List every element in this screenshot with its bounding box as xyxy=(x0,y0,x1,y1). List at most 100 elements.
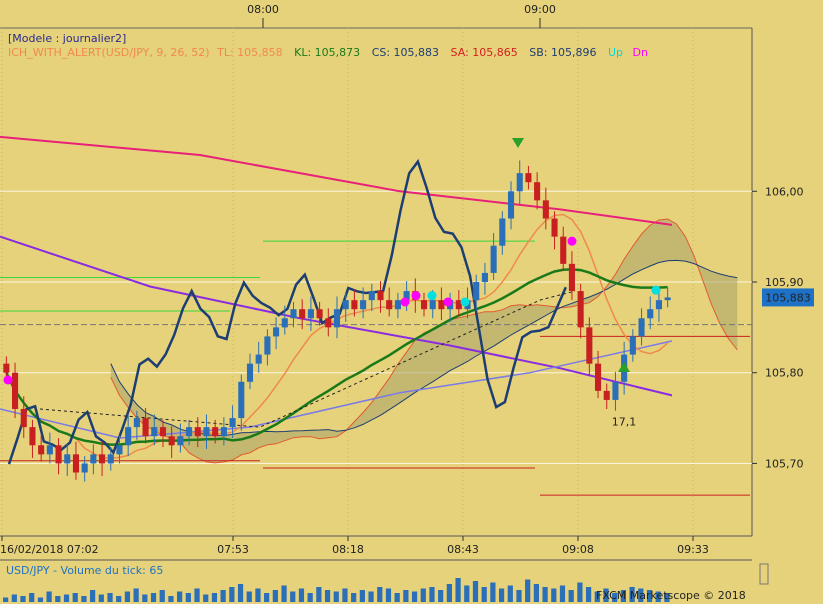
x-tick-label: 09:33 xyxy=(677,543,709,556)
signal-dot xyxy=(427,291,437,301)
candle-body xyxy=(99,454,106,464)
volume-bar xyxy=(11,594,17,602)
candle-body xyxy=(481,272,488,282)
legend-sa: SA: 105,865 xyxy=(451,46,518,59)
candle-body xyxy=(490,245,497,273)
volume-bar xyxy=(55,596,61,602)
volume-bar xyxy=(255,588,261,602)
candle-body xyxy=(125,427,132,446)
annotation-label: 17,1 xyxy=(612,416,637,429)
candle-body xyxy=(516,173,523,192)
copyright: FXCM Marketscope © 2018 xyxy=(596,589,746,602)
volume-bar xyxy=(351,593,357,602)
volume-bar xyxy=(264,593,270,602)
volume-label: USD/JPY - Volume du tick: 65 xyxy=(6,564,163,577)
candle-body xyxy=(81,463,88,473)
legend-kl: KL: 105,873 xyxy=(294,46,360,59)
volume-bar xyxy=(177,591,183,602)
volume-bar xyxy=(516,590,522,602)
volume-bar xyxy=(438,590,444,602)
candle-body xyxy=(325,318,332,328)
candle-body xyxy=(203,427,210,437)
volume-bar xyxy=(420,588,426,602)
volume-bar xyxy=(324,590,331,602)
volume-bar xyxy=(498,588,505,602)
signal-dot xyxy=(443,297,453,307)
top-time-label-0900: 09:00 xyxy=(524,3,556,16)
volume-bar xyxy=(394,593,400,602)
candle-body xyxy=(20,409,27,428)
y-tick-label: 105,80 xyxy=(765,367,804,380)
volume-bar xyxy=(307,593,313,602)
volume-bar xyxy=(377,587,383,602)
volume-bar xyxy=(107,593,113,602)
volume-bar xyxy=(368,591,374,602)
candle-body xyxy=(3,363,10,373)
volume-bar xyxy=(359,590,365,602)
candle-body xyxy=(273,327,280,337)
candle-body xyxy=(29,427,36,446)
x-axis-ticks: 16/02/2018 07:02 07:53 08:18 08:43 09:08 09:3… xyxy=(0,536,709,556)
candle-body xyxy=(290,309,297,319)
volume-bar xyxy=(20,596,26,602)
candle-body xyxy=(386,300,393,310)
volume-bar xyxy=(290,591,296,602)
volume-bar xyxy=(385,588,392,602)
y-tick-label: 105,70 xyxy=(765,457,804,470)
candle-body xyxy=(299,309,306,319)
top-time-band xyxy=(0,0,823,28)
candle-body xyxy=(307,309,314,319)
candle-body xyxy=(368,291,375,301)
legend-tl: TL: 105,858 xyxy=(216,46,283,59)
volume-bar xyxy=(37,597,44,602)
candle-body xyxy=(116,445,123,455)
model-label: [Modele : journalier2] xyxy=(8,32,126,45)
volume-bar xyxy=(98,594,104,602)
y-tick-label: 105,90 xyxy=(765,276,804,289)
candle-body xyxy=(664,297,671,301)
signal-dot xyxy=(411,291,421,301)
candle-body xyxy=(638,318,645,337)
candle-body xyxy=(46,445,53,455)
indicator-name: ICH_WITH_ALERT(USD/JPY, 9, 26, 52) xyxy=(8,46,210,59)
indicator-legend: ICH_WITH_ALERT(USD/JPY, 9, 26, 52) TL: 1… xyxy=(8,46,648,59)
candle-body xyxy=(473,282,480,301)
volume-bar xyxy=(568,590,574,602)
x-tick-label: 08:43 xyxy=(447,543,479,556)
price-chart: [Modele : journalier2] ICH_WITH_ALERT(US… xyxy=(0,0,823,604)
signal-dot xyxy=(460,297,470,307)
candle-body xyxy=(655,300,662,310)
legend-up: Up xyxy=(608,46,623,59)
volume-bar xyxy=(116,596,122,602)
volume-bar xyxy=(464,585,470,602)
candle-body xyxy=(142,418,149,437)
candle-body xyxy=(220,427,227,437)
volume-bar xyxy=(533,584,539,602)
volume-bar xyxy=(585,587,592,602)
volume-bar xyxy=(507,585,513,602)
candle-body xyxy=(333,309,341,328)
candle-body xyxy=(534,182,541,201)
candle-body xyxy=(568,263,575,292)
candle-body xyxy=(360,300,367,310)
volume-bar xyxy=(3,597,9,602)
volume-bar xyxy=(124,591,131,602)
candle-body xyxy=(107,454,114,464)
volume-bar xyxy=(46,591,52,602)
candle-body xyxy=(525,173,532,183)
volume-bar xyxy=(133,588,139,602)
volume-bar xyxy=(577,582,583,602)
volume-bar xyxy=(220,590,226,602)
chart-window: [Modele : journalier2] ICH_WITH_ALERT(US… xyxy=(0,0,823,604)
volume-bar xyxy=(342,588,348,602)
volume-bar xyxy=(333,591,339,602)
candle-body xyxy=(420,300,428,310)
volume-bar xyxy=(559,585,566,602)
volume-bar xyxy=(211,593,218,602)
candle-body xyxy=(577,291,584,328)
scroll-handle[interactable] xyxy=(759,563,769,585)
candle-body xyxy=(194,427,201,437)
x-tick-label: 07:53 xyxy=(217,543,249,556)
volume-bar xyxy=(446,584,452,602)
candle-body xyxy=(72,454,80,473)
